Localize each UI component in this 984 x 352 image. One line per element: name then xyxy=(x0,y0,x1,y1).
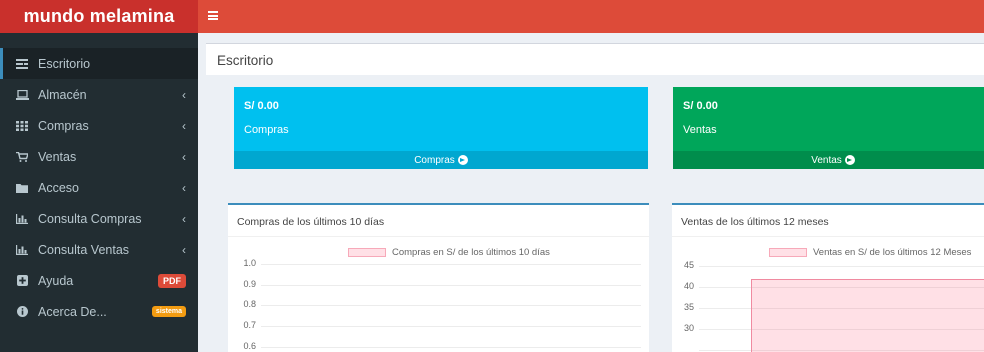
sidebar-item-consulta-compras[interactable]: Consulta Compras ‹ xyxy=(0,203,198,234)
sidebar-item-label: Ventas xyxy=(38,149,77,164)
sidebar-item-ventas[interactable]: Ventas ‹ xyxy=(0,141,198,172)
sistema-badge: sistema xyxy=(151,306,186,317)
arrow-circle-right-icon xyxy=(844,155,855,165)
folder-icon xyxy=(14,183,30,193)
info-circle-icon xyxy=(14,306,30,317)
grid-line xyxy=(261,285,641,286)
compras-link-label: Compras xyxy=(414,154,455,166)
sidebar-item-escritorio[interactable]: Escritorio xyxy=(0,48,198,79)
sidebar-item-label: Ayuda xyxy=(38,273,74,288)
compras-total-value: S/ 0.00 xyxy=(244,100,279,112)
chevron-left-icon: ‹ xyxy=(182,211,186,226)
pdf-badge: PDF xyxy=(158,273,186,288)
y-tick-label: 35 xyxy=(683,302,694,312)
panel-divider xyxy=(228,236,649,237)
chevron-left-icon: ‹ xyxy=(182,180,186,195)
bar-chart-icon xyxy=(14,213,30,224)
compras-chart-panel: Compras de los últimos 10 días Compras e… xyxy=(228,203,649,352)
top-navbar xyxy=(198,0,984,33)
sidebar: mundo melamina Escritorio Almacén ‹ Comp… xyxy=(0,0,198,352)
legend-swatch xyxy=(769,248,807,257)
sidebar-item-label: Acceso xyxy=(38,180,79,195)
y-tick-label: 0.6 xyxy=(243,341,256,351)
page-header: Escritorio xyxy=(206,43,984,75)
ventas-link-label: Ventas xyxy=(811,154,842,166)
sidebar-item-label: Consulta Compras xyxy=(38,211,142,226)
legend-swatch xyxy=(348,248,386,257)
compras-chart-legend[interactable]: Compras en S/ de los últimos 10 días xyxy=(348,247,550,258)
main-content: Escritorio S/ 0.00 Compras Compras S/ 0.… xyxy=(198,33,984,352)
grid-line xyxy=(261,326,641,327)
sidebar-menu: Escritorio Almacén ‹ Compras ‹ Ventas ‹ xyxy=(0,48,198,327)
sidebar-item-acceso[interactable]: Acceso ‹ xyxy=(0,172,198,203)
panel-divider xyxy=(672,236,984,237)
ventas-summary-tile: S/ 0.00 Ventas Ventas xyxy=(673,87,984,169)
menu-toggle-icon[interactable] xyxy=(208,11,218,20)
y-tick-label: 1.0 xyxy=(243,258,256,268)
y-tick-label: 40 xyxy=(683,281,694,291)
ventas-panel-title: Ventas de los últimos 12 meses xyxy=(681,216,829,228)
grid-line xyxy=(261,347,641,348)
chevron-left-icon: ‹ xyxy=(182,87,186,102)
plus-square-icon xyxy=(14,275,30,286)
dashboard-icon xyxy=(14,58,30,69)
sidebar-item-label: Compras xyxy=(38,118,89,133)
page-title: Escritorio xyxy=(217,53,274,68)
y-tick-label: 0.9 xyxy=(243,279,256,289)
bar-chart-icon xyxy=(14,244,30,255)
ventas-total-value: S/ 0.00 xyxy=(683,100,718,112)
grid-line xyxy=(699,266,984,267)
ventas-bar[interactable] xyxy=(751,278,984,352)
ventas-chart-legend[interactable]: Ventas en S/ de los últimos 12 Meses xyxy=(769,247,971,258)
legend-label: Compras en S/ de los últimos 10 días xyxy=(392,247,550,258)
grid-line xyxy=(261,305,641,306)
sidebar-item-label: Acerca De... xyxy=(38,304,107,319)
laptop-icon xyxy=(14,89,30,100)
sidebar-item-label: Consulta Ventas xyxy=(38,242,130,257)
compras-more-link[interactable]: Compras xyxy=(234,151,648,169)
y-tick-label: 45 xyxy=(683,260,694,270)
y-tick-label: 30 xyxy=(683,323,694,333)
sidebar-item-label: Almacén xyxy=(38,87,87,102)
legend-label: Ventas en S/ de los últimos 12 Meses xyxy=(813,247,972,258)
y-tick-label: 0.8 xyxy=(243,299,256,309)
ventas-more-link[interactable]: Ventas xyxy=(673,151,984,169)
sidebar-item-label: Escritorio xyxy=(38,56,91,71)
arrow-circle-right-icon xyxy=(457,155,468,165)
compras-caption: Compras xyxy=(244,124,289,136)
ventas-chart-panel: Ventas de los últimos 12 meses Ventas en… xyxy=(672,203,984,352)
brand-logo[interactable]: mundo melamina xyxy=(0,0,198,33)
sidebar-item-almacen[interactable]: Almacén ‹ xyxy=(0,79,198,110)
chevron-left-icon: ‹ xyxy=(182,149,186,164)
chevron-left-icon: ‹ xyxy=(182,118,186,133)
sidebar-item-compras[interactable]: Compras ‹ xyxy=(0,110,198,141)
grid-line xyxy=(261,264,641,265)
y-tick-label: 0.7 xyxy=(243,320,256,330)
chevron-left-icon: ‹ xyxy=(182,242,186,257)
sidebar-item-ayuda[interactable]: Ayuda PDF xyxy=(0,265,198,296)
cart-icon xyxy=(14,151,30,162)
compras-panel-title: Compras de los últimos 10 días xyxy=(237,216,385,228)
sidebar-item-acerca-de[interactable]: Acerca De... sistema xyxy=(0,296,198,327)
th-icon xyxy=(14,120,30,131)
ventas-caption: Ventas xyxy=(683,124,717,136)
compras-summary-tile: S/ 0.00 Compras Compras xyxy=(234,87,648,169)
sidebar-item-consulta-ventas[interactable]: Consulta Ventas ‹ xyxy=(0,234,198,265)
